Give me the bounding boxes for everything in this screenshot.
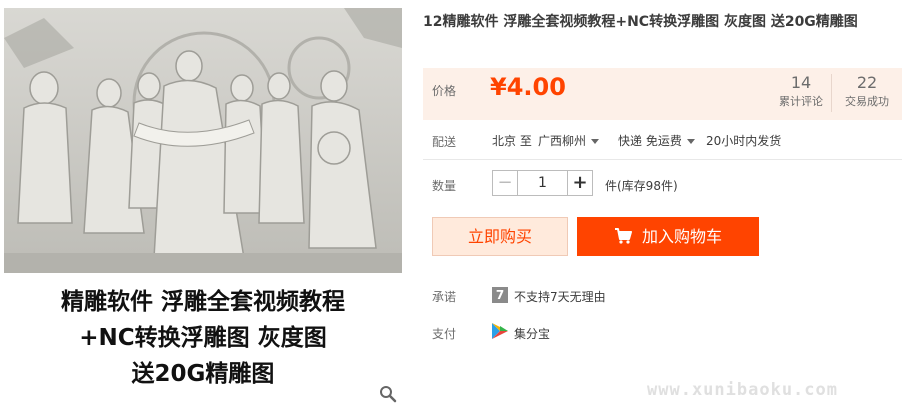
delivery-from: 北京 至 — [492, 134, 532, 148]
zoom-icon[interactable] — [379, 385, 397, 403]
add-to-cart-label: 加入购物车 — [641, 227, 722, 246]
review-count-stat[interactable]: 14 累计评论 — [772, 72, 830, 110]
quantity-input[interactable]: 1 — [518, 170, 567, 196]
product-title: 12精雕软件 浮雕全套视频教程+NC转换浮雕图 灰度图 送20G精雕图 — [423, 14, 858, 30]
quantity-decrease-button[interactable]: − — [492, 170, 518, 196]
image-caption: 精雕软件 浮雕全套视频教程 +NC转换浮雕图 灰度图 送20G精雕图 — [4, 284, 402, 392]
stat-divider — [831, 74, 832, 112]
payment-label: 支付 — [432, 327, 457, 341]
ship-time: 20小时内发货 — [706, 134, 782, 148]
chevron-down-icon — [686, 139, 695, 144]
payment-method[interactable]: 集分宝 — [514, 325, 550, 342]
delivery-destination: 广西柳州 — [538, 134, 587, 148]
promise-text[interactable]: 不支持7天无理由 — [514, 288, 606, 305]
chevron-down-icon — [591, 139, 600, 144]
price-label: 价格 — [432, 84, 457, 98]
jifenbao-icon — [492, 323, 508, 339]
promise-label: 承诺 — [432, 290, 457, 304]
sales-count-label: 交易成功 — [845, 95, 889, 108]
delivery-destination-select[interactable]: 广西柳州 — [538, 132, 600, 149]
sales-count-stat: 22 交易成功 — [838, 72, 896, 110]
delivery-label: 配送 — [432, 135, 457, 149]
sales-count: 22 — [856, 73, 878, 92]
divider — [423, 159, 902, 160]
quantity-increase-button[interactable]: + — [567, 170, 593, 196]
price-panel: 价格 ¥4.00 14 累计评论 22 交易成功 — [423, 68, 902, 120]
caption-line-2: +NC转换浮雕图 灰度图 — [79, 325, 327, 351]
quantity-label: 数量 — [432, 179, 457, 193]
seven-day-badge-icon: 7 — [492, 287, 508, 303]
site-watermark: www.xunibaoku.com — [647, 380, 838, 400]
product-main-image[interactable] — [4, 8, 402, 273]
price-value: ¥4.00 — [490, 73, 566, 101]
delivery-method: 快递 免运费 — [618, 134, 682, 148]
product-image-panel: 精雕软件 浮雕全套视频教程 +NC转换浮雕图 灰度图 送20G精雕图 — [0, 0, 410, 404]
review-count: 14 — [790, 73, 812, 92]
review-count-label: 累计评论 — [779, 95, 823, 108]
relief-sculpture-image — [4, 8, 402, 273]
caption-line-3: 送20G精雕图 — [131, 361, 275, 387]
delivery-method-select[interactable]: 快递 免运费 — [618, 132, 695, 149]
stock-info: 件(库存98件) — [605, 179, 678, 193]
caption-line-1: 精雕软件 浮雕全套视频教程 — [60, 289, 345, 315]
buy-now-button[interactable]: 立即购买 — [432, 217, 568, 256]
add-to-cart-button[interactable]: 加入购物车 — [577, 217, 759, 256]
cart-icon — [614, 228, 632, 244]
